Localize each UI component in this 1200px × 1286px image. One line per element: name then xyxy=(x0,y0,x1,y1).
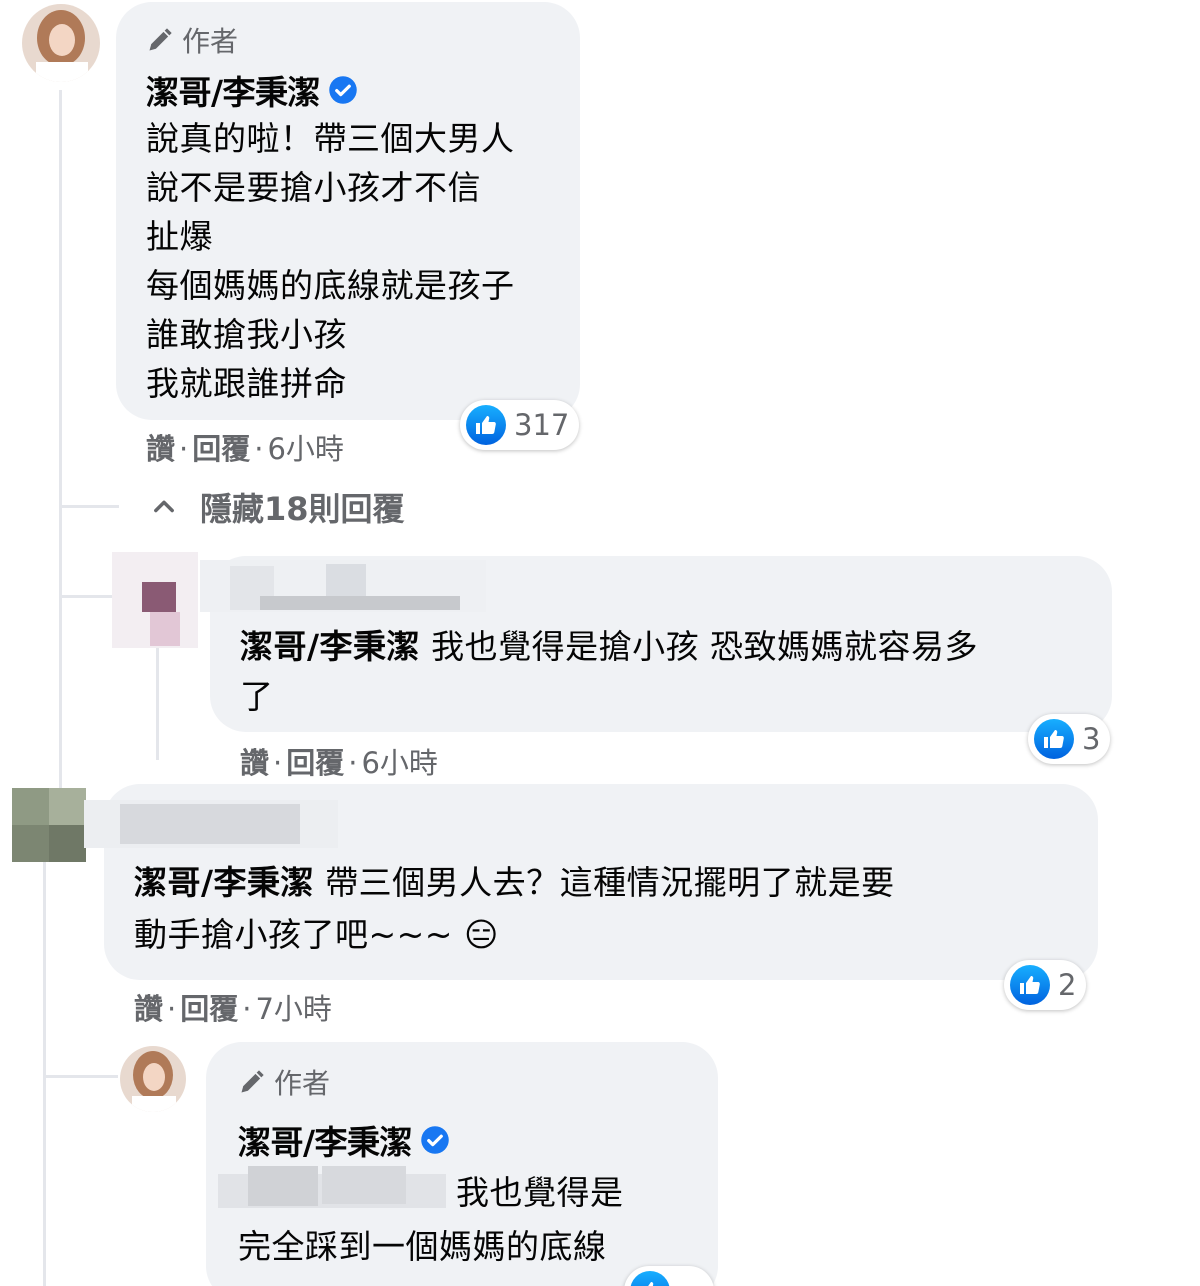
avatar[interactable] xyxy=(120,1046,186,1112)
author-badge: 作者 xyxy=(146,20,238,60)
author-badge-label: 作者 xyxy=(274,1067,331,1100)
like-button[interactable]: 讚 xyxy=(240,746,269,780)
comment-actions: 讚 · 回覆 · 6小時 xyxy=(146,432,344,466)
like-icon xyxy=(630,1271,670,1286)
comment-timestamp[interactable]: 7小時 xyxy=(255,992,331,1026)
chevron-up-icon xyxy=(154,500,174,513)
reply-button[interactable]: 回覆 xyxy=(180,992,238,1026)
reaction-count-value: 3 xyxy=(1082,722,1101,756)
comment-text-line: 說不是要搶小孩才不信 xyxy=(146,168,481,207)
like-button[interactable]: 讚 xyxy=(134,992,163,1026)
reaction-count[interactable]: 2 xyxy=(1004,960,1087,1010)
comment-text-line: 說真的啦！帶三個大男人 xyxy=(146,119,515,158)
author-name-text[interactable]: 潔哥/李秉潔 xyxy=(146,66,321,114)
reply-button[interactable]: 回覆 xyxy=(192,432,250,466)
comment-text-line: 動手搶小孩了吧~~~ 😑 xyxy=(134,908,499,956)
comment-author-name[interactable]: 潔哥/李秉潔 xyxy=(238,1116,450,1164)
comment-text: 我也覺得是搶小孩 恐致媽媽就容易多 xyxy=(431,627,979,666)
reaction-count[interactable] xyxy=(624,1266,714,1286)
hide-replies-button[interactable]: 隱藏18則回覆 xyxy=(150,484,405,530)
thread-line-reply-sub xyxy=(156,640,159,760)
like-icon xyxy=(1010,965,1050,1005)
reaction-count[interactable]: 3 xyxy=(1028,714,1111,764)
mention-tag[interactable]: 潔哥/李秉潔 xyxy=(240,627,420,666)
verified-badge-icon xyxy=(421,1126,449,1154)
blurred-author-name[interactable] xyxy=(200,560,486,612)
reaction-count-value: 317 xyxy=(514,408,570,442)
comment-text-line: 每個媽媽的底線就是孩子 xyxy=(146,266,515,305)
thread-line-lower xyxy=(43,860,46,1286)
neutral-face-emoji: 😑 xyxy=(463,915,499,954)
comment-actions: 讚 · 回覆 · 7小時 xyxy=(134,992,332,1026)
comment-text-line: 誰敢搶我小孩 xyxy=(146,315,347,354)
avatar[interactable] xyxy=(22,4,100,82)
pencil-icon xyxy=(149,28,172,51)
comment-text: 帶三個男人去？這種情況擺明了就是要 xyxy=(325,863,895,902)
like-icon xyxy=(466,405,506,445)
comment-text: 動手搶小孩了吧~~~ xyxy=(134,915,453,954)
author-badge: 作者 xyxy=(238,1062,330,1102)
blurred-mention[interactable] xyxy=(218,1166,446,1212)
pencil-icon xyxy=(241,1070,264,1093)
comment-author-name[interactable]: 潔哥/李秉潔 xyxy=(146,66,358,114)
mention-tag[interactable]: 潔哥/李秉潔 xyxy=(134,863,314,902)
reaction-count-value: 2 xyxy=(1058,968,1077,1002)
avatar[interactable] xyxy=(12,788,86,862)
author-badge-label: 作者 xyxy=(182,25,239,58)
hide-replies-label[interactable]: 隱藏18則回覆 xyxy=(200,484,405,530)
comment-timestamp[interactable]: 6小時 xyxy=(361,746,437,780)
reaction-count[interactable]: 317 xyxy=(460,400,580,450)
comment-text-line: 扯爆 xyxy=(146,217,213,256)
reply-button[interactable]: 回覆 xyxy=(286,746,344,780)
verified-badge-icon xyxy=(329,76,357,104)
avatar[interactable] xyxy=(112,552,198,648)
like-icon xyxy=(1034,719,1074,759)
comment-actions: 讚 · 回覆 · 6小時 xyxy=(240,746,438,780)
comment-text-line: 潔哥/李秉潔 我也覺得是搶小孩 恐致媽媽就容易多 xyxy=(240,620,978,668)
thread-line-branch-lower xyxy=(43,1075,118,1078)
thread-line-main xyxy=(59,90,62,790)
comment-text-line: 了 xyxy=(240,677,274,716)
blurred-author-name[interactable] xyxy=(84,800,338,848)
thread-line-branch-reply xyxy=(59,595,119,598)
comment-timestamp[interactable]: 6小時 xyxy=(267,432,343,466)
comment-text-line: 我就跟誰拼命 xyxy=(146,364,347,403)
author-name-text[interactable]: 潔哥/李秉潔 xyxy=(238,1116,413,1164)
comment-text-line: 潔哥/李秉潔 帶三個男人去？這種情況擺明了就是要 xyxy=(134,856,895,904)
comment-text-line: 我也覺得是 xyxy=(456,1173,624,1212)
comment-text-line: 完全踩到一個媽媽的底線 xyxy=(238,1227,607,1266)
thread-line-branch-hide xyxy=(59,505,119,508)
like-button[interactable]: 讚 xyxy=(146,432,175,466)
